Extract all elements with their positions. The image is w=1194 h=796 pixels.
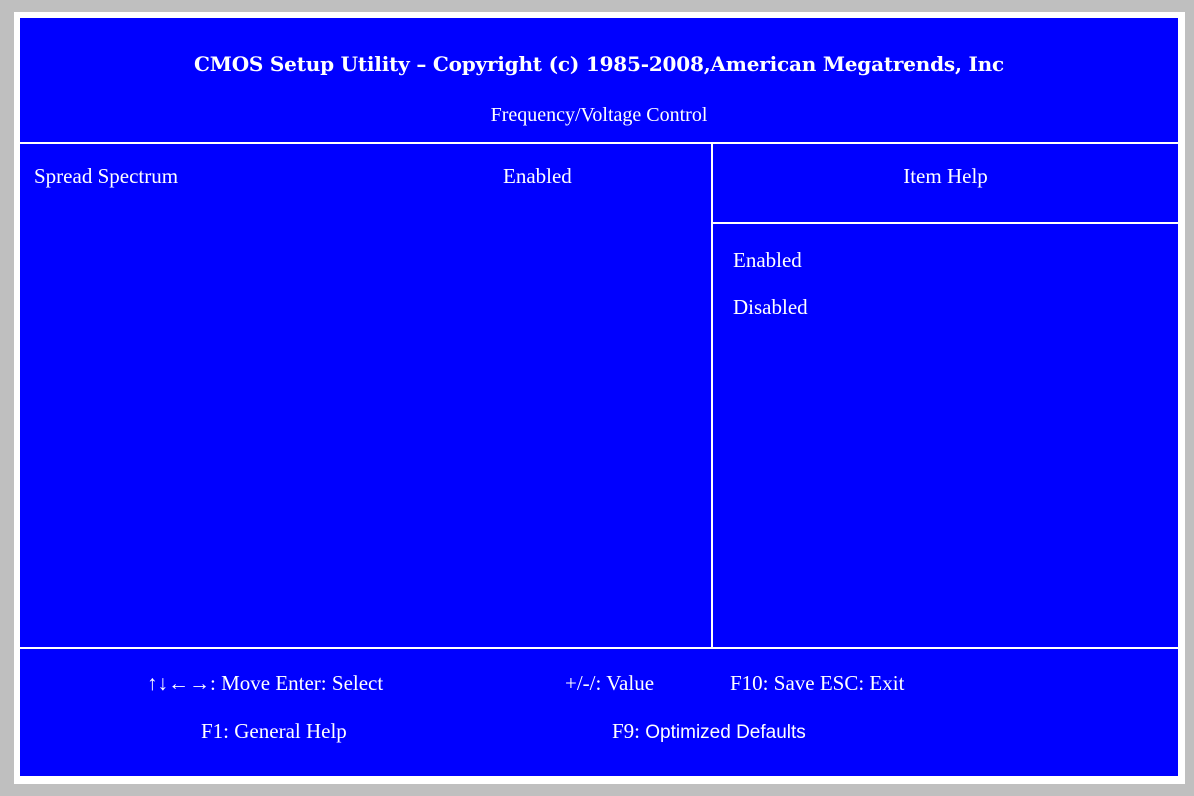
key-hint-value: +/-/: Value [565, 671, 655, 695]
page-title: CMOS Setup Utility – Copyright (c) 1985-… [194, 52, 1004, 76]
f9-key-label: F9: [612, 719, 646, 743]
f9-action-label: Optimized Defaults [645, 722, 806, 743]
key-hint-optimized-defaults: F9: Optimized Defaults [612, 719, 806, 744]
help-option-disabled[interactable]: Disabled [733, 295, 808, 320]
item-help-title: Item Help [903, 164, 988, 188]
setting-label: Spread Spectrum [34, 164, 179, 188]
item-help-header: Item Help [713, 144, 1178, 224]
item-help-panel: Item Help Enabled Disabled [713, 144, 1178, 647]
key-hint-move-select: ↑↓←→: Move Enter: Select [147, 671, 384, 695]
key-hint-save-exit: F10: Save ESC: Exit [730, 671, 905, 695]
setting-value[interactable]: Enabled [503, 164, 572, 189]
key-legend-footer: ↑↓←→: Move Enter: Select +/-/: Value F10… [20, 647, 1178, 776]
page-subtitle: Frequency/Voltage Control [490, 104, 708, 126]
help-option-enabled[interactable]: Enabled [733, 248, 802, 273]
settings-panel: Spread Spectrum Enabled [20, 144, 713, 647]
bios-setup-window: CMOS Setup Utility – Copyright (c) 1985-… [18, 16, 1180, 778]
key-hint-general-help: F1: General Help [201, 719, 347, 743]
header: CMOS Setup Utility – Copyright (c) 1985-… [20, 18, 1178, 144]
